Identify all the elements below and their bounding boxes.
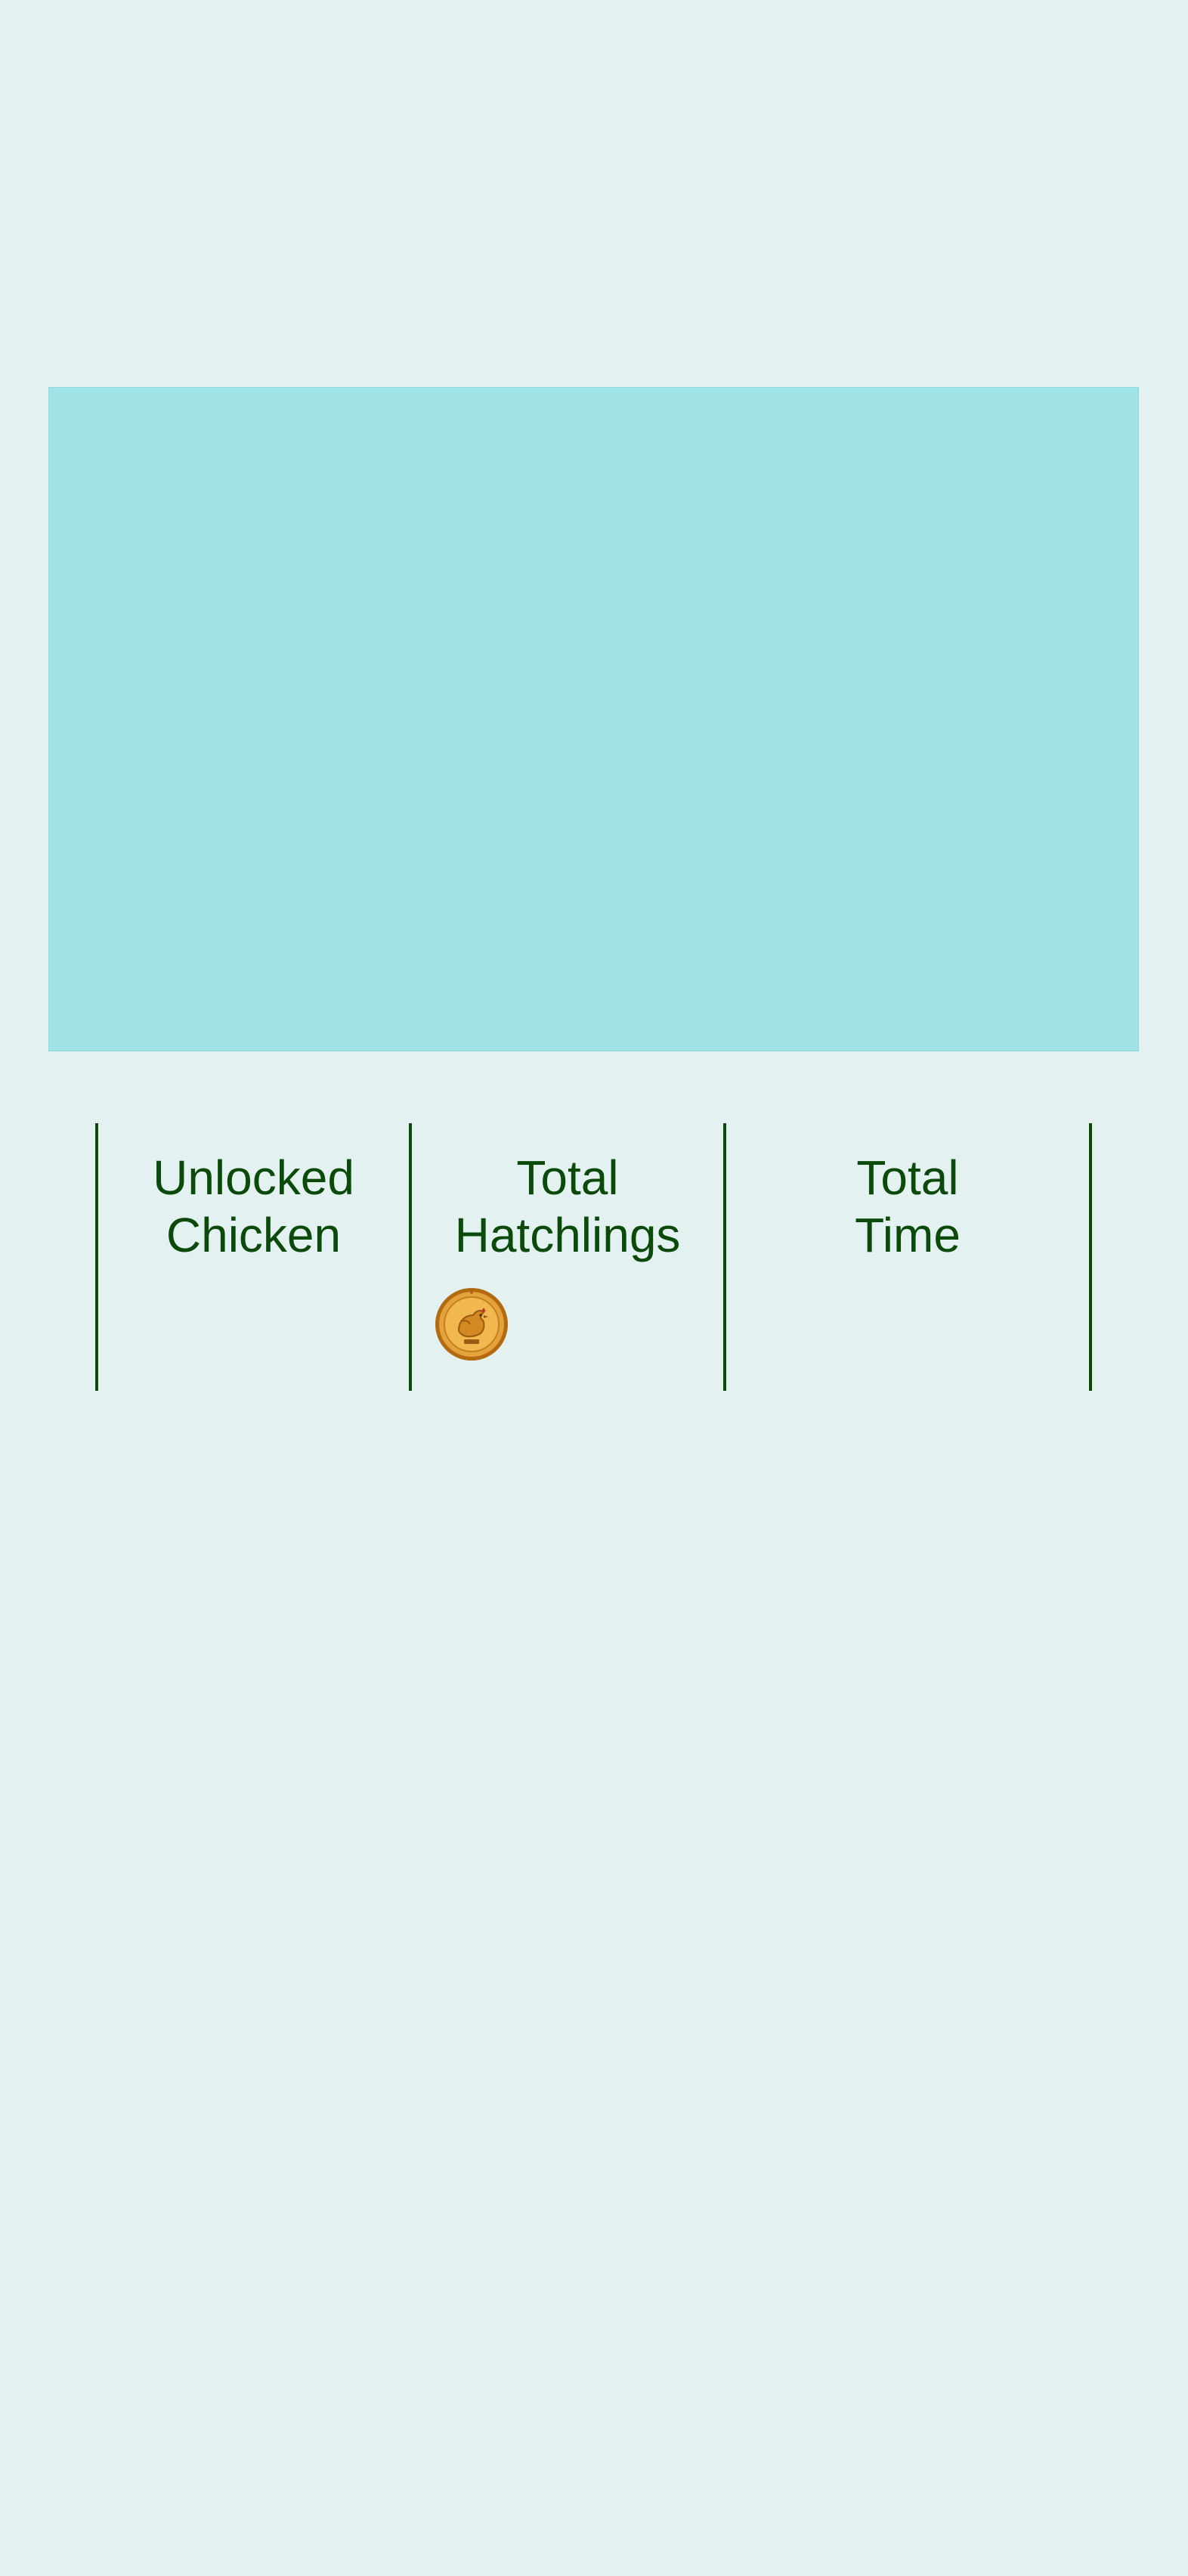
stat-total-hatchlings-label: Total Hatchlings (454, 1150, 681, 1262)
stat-total-time-label: Total Time (855, 1150, 961, 1262)
stat-unlocked-chicken-label: Unlocked Chicken (153, 1150, 354, 1262)
hero-panel (48, 387, 1139, 1051)
divider-right (1089, 1123, 1092, 1391)
stats-row: Unlocked Chicken Total Hatchlings Total … (0, 1123, 1188, 1391)
chicken-coin-icon (434, 1286, 509, 1362)
